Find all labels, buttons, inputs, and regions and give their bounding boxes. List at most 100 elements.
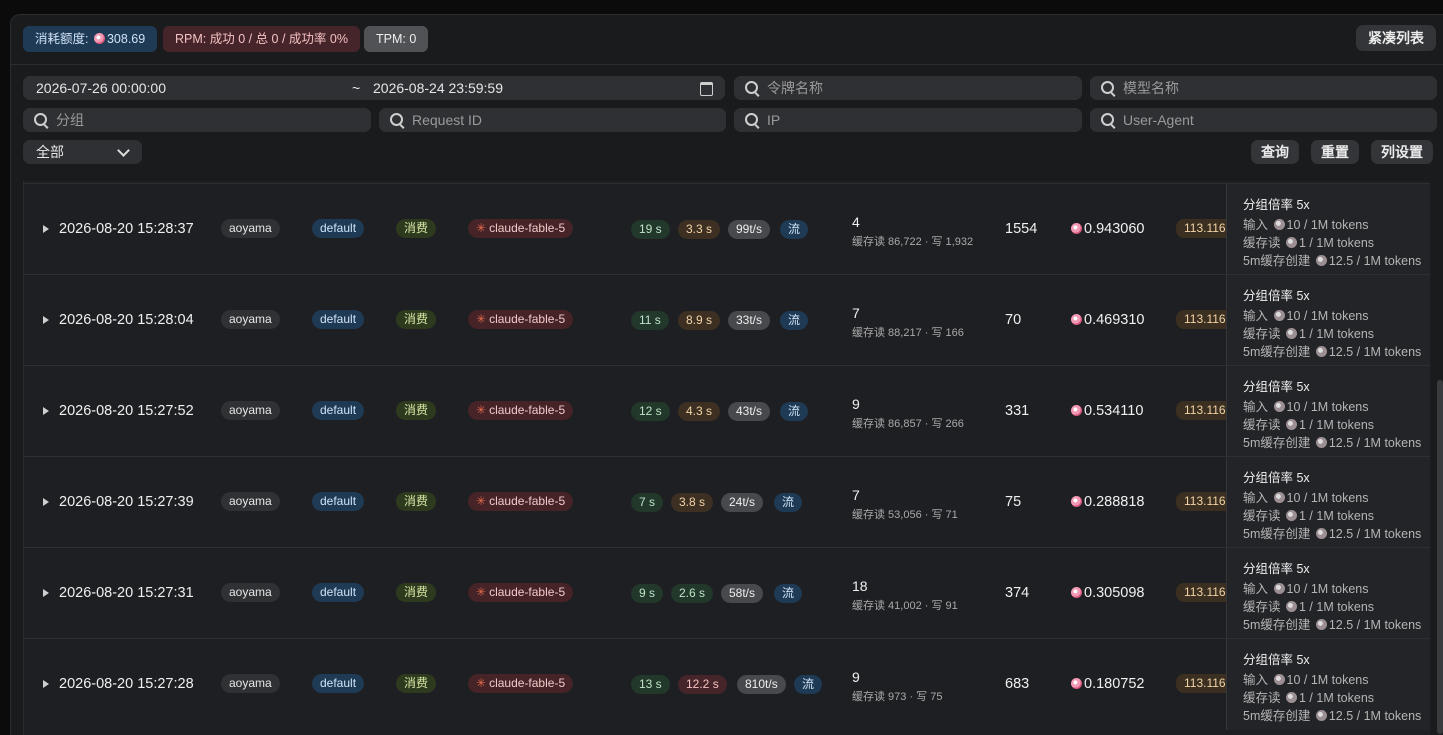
table-row[interactable]: 2026-08-20 15:27:28 aoyama default 消费 ✳ claud…	[24, 638, 1430, 730]
column-settings-button[interactable]: 列设置	[1371, 140, 1433, 164]
completion-tokens: 1554	[1005, 221, 1038, 237]
user-agent-input[interactable]: User-Agent	[1090, 108, 1437, 132]
cost-value: 0.305098	[1084, 585, 1145, 601]
model-tag[interactable]: ✳ claude-fable-5	[468, 310, 574, 329]
cache-tokens: 缓存读 41,002 · 写 91	[852, 600, 958, 612]
speed-tag: 33t/s	[728, 311, 771, 330]
reset-button[interactable]: 重置	[1311, 140, 1359, 164]
table-row[interactable]: 2026-08-20 15:28:04 aoyama default 消费 ✳ claud…	[24, 274, 1430, 366]
log-time: 2026-08-20 15:27:28	[59, 676, 194, 692]
price-tag: 113.116	[1176, 401, 1226, 420]
cache-read-price: 缓存读 1 / 1M tokens	[1243, 236, 1375, 250]
log-type-select[interactable]: 全部	[23, 140, 142, 164]
table-row[interactable]: 2026-08-20 15:27:39 aoyama default 消费 ✳ claud…	[24, 456, 1430, 548]
group-ratio: 分组倍率 5x	[1243, 380, 1310, 394]
model-tag[interactable]: ✳ claude-fable-5	[468, 674, 574, 693]
model-tag[interactable]: ✳ claude-fable-5	[468, 401, 574, 420]
log-time: 2026-08-20 15:27:31	[59, 585, 194, 601]
cache-tokens: 缓存读 88,217 · 写 166	[852, 327, 964, 339]
model-name-input[interactable]: 模型名称	[1090, 76, 1437, 100]
divider	[11, 64, 1443, 65]
date-range-picker[interactable]: 2026-07-26 00:00:00 ~ 2026-08-24 23:59:5…	[23, 76, 725, 100]
table-row[interactable]: 2026-08-20 15:27:31 aoyama default 消费 ✳ claud…	[24, 547, 1430, 639]
cache-create-price: 5m缓存创建 12.5 / 1M tokens	[1243, 254, 1422, 268]
expand-row-icon[interactable]	[43, 680, 49, 688]
ip-placeholder: IP	[767, 112, 781, 128]
cache-create-price: 5m缓存创建 12.5 / 1M tokens	[1243, 709, 1422, 723]
scrollbar[interactable]	[1437, 380, 1443, 734]
query-button[interactable]: 查询	[1251, 140, 1299, 164]
price-detail: 分组倍率 5x 输入 10 / 1M tokens 缓存读 1 / 1M token…	[1226, 639, 1430, 730]
model-name: claude-fable-5	[489, 494, 566, 508]
cost: 0.288818	[1069, 494, 1144, 510]
expand-row-icon[interactable]	[43, 589, 49, 597]
completion-tokens: 70	[1005, 312, 1022, 328]
chevron-down-icon	[117, 144, 130, 157]
stream-tag: 流	[774, 584, 803, 603]
group-tag: default	[312, 492, 365, 511]
coin-icon	[1273, 401, 1285, 412]
input-price: 输入 10 / 1M tokens	[1243, 309, 1369, 323]
user-tag: aoyama	[221, 219, 280, 238]
expand-row-icon[interactable]	[43, 407, 49, 415]
coin-icon	[1286, 328, 1297, 339]
cost-value: 0.469310	[1084, 312, 1145, 328]
input-price: 输入 10 / 1M tokens	[1243, 673, 1369, 687]
model-tag[interactable]: ✳ claude-fable-5	[468, 219, 574, 238]
price-tag: 113.116	[1176, 310, 1226, 329]
search-icon	[1101, 113, 1114, 126]
coin-icon	[1315, 437, 1327, 448]
cache-read-price: 缓存读 1 / 1M tokens	[1243, 327, 1375, 341]
expand-row-icon[interactable]	[43, 498, 49, 506]
cache-tokens: 缓存读 86,857 · 写 266	[852, 418, 964, 430]
coin-icon	[1286, 601, 1297, 612]
coin-icon	[1315, 346, 1327, 357]
search-icon	[745, 81, 758, 94]
calendar-icon[interactable]	[700, 82, 713, 96]
cost-value: 0.534110	[1084, 403, 1144, 419]
table-row[interactable]: 2026-08-20 15:28:37 aoyama default 消费 ✳ claud…	[24, 183, 1430, 275]
first-token-time-tag: 3.3 s	[678, 220, 721, 239]
model-tag[interactable]: ✳ claude-fable-5	[468, 492, 574, 511]
compact-list-button[interactable]: 紧凑列表	[1356, 25, 1436, 51]
expand-row-icon[interactable]	[43, 225, 49, 233]
model-tag[interactable]: ✳ claude-fable-5	[468, 583, 574, 602]
date-end[interactable]: 2026-08-24 23:59:59	[373, 76, 503, 100]
log-time: 2026-08-20 15:27:39	[59, 494, 194, 510]
claude-sparkle-icon: ✳	[476, 403, 487, 417]
date-start[interactable]: 2026-07-26 00:00:00	[36, 76, 166, 100]
prompt-tokens: 7	[852, 305, 860, 321]
cache-tokens: 缓存读 53,056 · 写 71	[852, 509, 958, 521]
input-price: 输入 10 / 1M tokens	[1243, 582, 1369, 596]
user-tag: aoyama	[221, 401, 280, 420]
type-tag: 消费	[396, 310, 437, 329]
logs-table: 2026-08-20 15:28:37 aoyama default 消费 ✳ claud…	[23, 181, 1430, 735]
coin-icon	[1286, 692, 1297, 703]
price-tag: 113.116	[1176, 583, 1226, 602]
price-detail: 分组倍率 5x 输入 10 / 1M tokens 缓存读 1 / 1M token…	[1226, 366, 1430, 457]
speed-tag: 43t/s	[728, 402, 771, 421]
prompt-tokens: 9	[852, 396, 860, 412]
group-tag: default	[312, 401, 365, 420]
token-name-input[interactable]: 令牌名称	[734, 76, 1082, 100]
expand-row-icon[interactable]	[43, 316, 49, 324]
completion-tokens: 683	[1005, 676, 1030, 692]
model-name: claude-fable-5	[489, 221, 566, 235]
cache-read-price: 缓存读 1 / 1M tokens	[1243, 418, 1375, 432]
user-tag: aoyama	[221, 583, 280, 602]
tpm-badge: TPM: 0	[364, 26, 429, 52]
request-id-input[interactable]: Request ID	[379, 108, 726, 132]
search-icon	[745, 113, 758, 126]
request-id-placeholder: Request ID	[412, 112, 483, 128]
table-row[interactable]: 2026-08-20 15:27:52 aoyama default 消费 ✳ claud…	[24, 365, 1430, 457]
group-ratio: 分组倍率 5x	[1243, 198, 1310, 212]
type-tag: 消费	[396, 674, 437, 693]
type-tag: 消费	[396, 492, 437, 511]
ip-input[interactable]: IP	[734, 108, 1082, 132]
group-ratio: 分组倍率 5x	[1243, 653, 1310, 667]
coin-icon	[1273, 219, 1285, 230]
first-token-time-tag: 2.6 s	[671, 584, 714, 603]
cost-value: 0.288818	[1084, 494, 1145, 510]
first-token-time-tag: 12.2 s	[678, 675, 727, 694]
group-input[interactable]: 分组	[23, 108, 371, 132]
